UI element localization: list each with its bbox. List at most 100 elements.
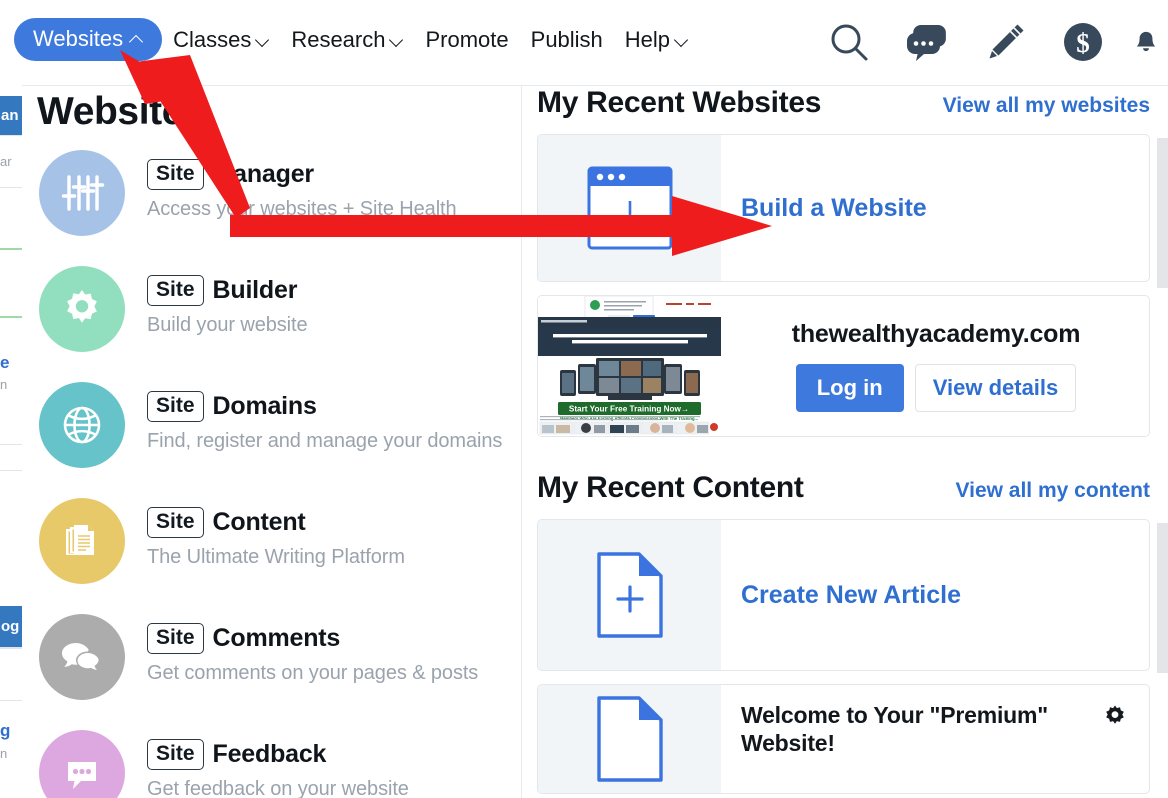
create-new-article-card[interactable]: Create New Article	[537, 519, 1150, 671]
chevron-up-icon	[130, 33, 143, 46]
content-settings-gear-icon[interactable]	[1091, 701, 1129, 731]
nav-item-label: Classes	[173, 26, 252, 52]
globe-icon	[39, 382, 125, 468]
recent-content-list: Create New Article Welcome to Your "Prem…	[537, 519, 1168, 794]
nav-item-label: Help	[624, 26, 671, 52]
dropdown-item-label: Manager	[212, 159, 315, 188]
bg-divider	[0, 444, 22, 445]
dropdown-item-site-comments[interactable]: Site Comments Get comments on your pages…	[22, 612, 521, 728]
content-item-body: Welcome to Your "Premium" Website!	[721, 685, 1149, 793]
bg-divider	[0, 316, 22, 318]
chat-bubbles-icon[interactable]	[900, 16, 954, 70]
recent-websites-header: My Recent Websites View all my websites	[537, 86, 1168, 120]
login-button[interactable]: Log in	[795, 364, 904, 412]
dropdown-item-label: Comments	[212, 623, 341, 652]
top-icon-bar: $	[822, 16, 1168, 70]
website-card-body: thewealthyacademy.com Log in View detail…	[721, 296, 1149, 436]
website-thumbnail: Start Your Free Training Now→ Members Wh…	[538, 296, 721, 436]
nav-item-label: Websites	[33, 26, 124, 51]
bell-icon[interactable]	[1134, 16, 1160, 70]
comments-icon	[39, 614, 125, 700]
dropdown-item-text: Site Builder Build your website	[147, 264, 308, 337]
bg-fragment-row: g n	[0, 722, 22, 772]
bg-divider	[0, 700, 22, 701]
nav-item-label: Research	[291, 26, 386, 52]
site-badge: Site	[147, 507, 204, 538]
pencil-icon[interactable]	[978, 16, 1032, 70]
bg-fragment-text: og	[1, 618, 20, 635]
browser-window-icon	[587, 166, 672, 250]
nav-item-research[interactable]: Research	[280, 19, 414, 61]
dropdown-item-heading: Site Manager	[147, 159, 457, 190]
dropdown-item-heading: Site Builder	[147, 275, 308, 306]
website-card[interactable]: Start Your Free Training Now→ Members Wh…	[537, 295, 1150, 437]
top-navigation-bar: Websites Classes Research Promote Publis…	[0, 0, 1168, 86]
document-plus-icon	[596, 552, 663, 638]
bg-fragment-text: n	[0, 377, 8, 392]
dropdown-item-description: Get feedback on your website	[147, 777, 409, 798]
feedback-icon	[39, 730, 125, 798]
dropdown-menu-list: Site Manager Access your websites + Site…	[22, 148, 521, 798]
bg-fragment-row: an	[0, 96, 22, 136]
bg-fragment-row: og	[0, 606, 22, 648]
topbar-divider	[22, 85, 1168, 86]
dropdown-item-site-domains[interactable]: Site Domains Find, register and manage y…	[22, 380, 521, 496]
dropdown-item-site-content[interactable]: Site Content The Ultimate Writing Platfo…	[22, 496, 521, 612]
dropdown-item-text: Site Domains Find, register and manage y…	[147, 380, 502, 453]
dropdown-item-heading: Site Comments	[147, 623, 478, 654]
dropdown-item-text: Site Manager Access your websites + Site…	[147, 148, 457, 221]
dollar-circle-icon[interactable]: $	[1056, 16, 1110, 70]
bg-fragment-row: e n	[0, 352, 22, 398]
nav-item-publish[interactable]: Publish	[520, 19, 614, 61]
view-all-content-link[interactable]: View all my content	[955, 479, 1150, 503]
dropdown-item-text: Site Feedback Get feedback on your websi…	[147, 728, 409, 798]
content-scrollbar[interactable]	[1157, 523, 1168, 673]
recent-content-title: My Recent Content	[537, 471, 804, 504]
documents-icon	[39, 498, 125, 584]
sliders-icon	[39, 150, 125, 236]
bg-fragment-text: an	[1, 107, 19, 124]
search-icon[interactable]	[822, 16, 876, 70]
bg-fragment-row: ar	[0, 136, 22, 188]
background-page-strip: an ar e n og g n	[0, 0, 22, 798]
bg-divider	[0, 248, 22, 250]
dropdown-item-label: Content	[212, 507, 306, 536]
recent-content-header: My Recent Content View all my content	[537, 471, 1168, 505]
nav-item-classes[interactable]: Classes	[162, 19, 280, 61]
view-details-button[interactable]: View details	[914, 364, 1077, 412]
view-all-websites-link[interactable]: View all my websites	[943, 94, 1150, 118]
create-new-article-link[interactable]: Create New Article	[741, 581, 961, 610]
dropdown-item-description: Access your websites + Site Health	[147, 197, 457, 220]
nav-item-websites[interactable]: Websites	[14, 18, 163, 61]
recent-websites-list: Build a Website Start Your Free Training…	[537, 134, 1168, 437]
nav-item-help[interactable]: Help	[614, 19, 699, 61]
dropdown-item-label: Feedback	[212, 739, 327, 768]
build-a-website-link[interactable]: Build a Website	[741, 194, 927, 223]
bg-fragment-text: e	[0, 353, 10, 372]
create-article-thumbnail	[538, 520, 721, 670]
site-badge: Site	[147, 159, 204, 190]
dropdown-item-text: Site Content The Ultimate Writing Platfo…	[147, 496, 405, 569]
site-badge: Site	[147, 739, 204, 770]
dropdown-item-heading: Site Content	[147, 507, 405, 538]
dropdown-item-description: The Ultimate Writing Platform	[147, 545, 405, 568]
chevron-down-icon	[675, 33, 688, 46]
main-menu: Websites Classes Research Promote Publis…	[14, 18, 699, 61]
bg-divider	[0, 470, 22, 471]
bg-divider	[0, 648, 22, 649]
content-item-card[interactable]: Welcome to Your "Premium" Website!	[537, 684, 1150, 794]
dropdown-item-description: Get comments on your pages & posts	[147, 661, 479, 684]
dropdown-item-site-feedback[interactable]: Site Feedback Get feedback on your websi…	[22, 728, 521, 798]
nav-item-label: Publish	[530, 26, 603, 52]
websites-scrollbar[interactable]	[1157, 138, 1168, 288]
nav-item-promote[interactable]: Promote	[414, 19, 519, 61]
bg-fragment-text: g	[0, 721, 11, 740]
dropdown-item-site-manager[interactable]: Site Manager Access your websites + Site…	[22, 148, 521, 264]
recent-websites-title: My Recent Websites	[537, 86, 822, 119]
site-badge: Site	[147, 391, 204, 422]
chevron-down-icon	[390, 33, 403, 46]
app-root: an ar e n og g n Websites Classes Resear…	[0, 0, 1168, 798]
dropdown-item-site-builder[interactable]: Site Builder Build your website	[22, 264, 521, 380]
build-a-website-card[interactable]: Build a Website	[537, 134, 1150, 282]
build-website-body: Build a Website	[721, 135, 1149, 281]
